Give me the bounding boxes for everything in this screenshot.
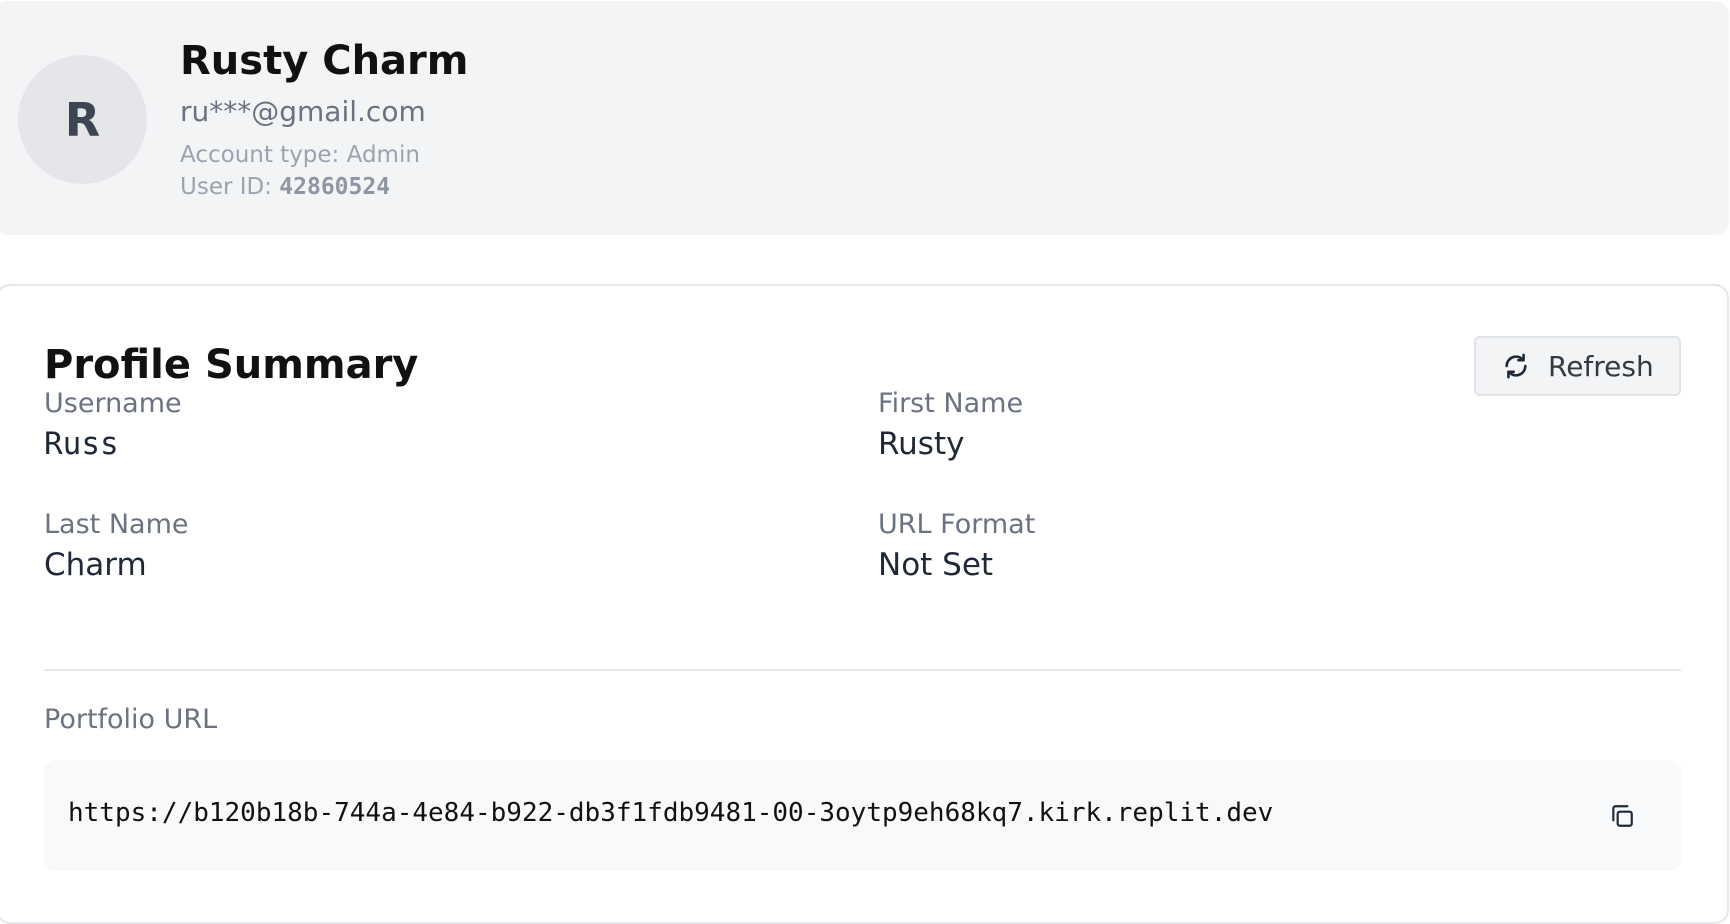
user-email: ru***@gmail.com [180,95,426,128]
url-format-label: URL Format [878,509,1036,540]
account-type-label: Account type: [180,142,340,168]
user-id-label: User ID: [180,174,272,200]
refresh-label: Refresh [1548,349,1654,383]
first-name-label: First Name [878,388,1024,419]
username-label: Username [44,388,182,419]
profile-summary-card: Profile Summary Refresh Username Russ Fi… [0,284,1729,924]
first-name-value: Rusty [878,426,965,462]
account-type-value: Admin [346,142,420,168]
user-display-name: Rusty Charm [180,38,469,84]
portfolio-url-box: https://b120b18b-744a-4e84-b922-db3f1fdb… [44,760,1681,871]
copy-url-button[interactable] [1604,798,1640,834]
portfolio-url-label: Portfolio URL [44,704,218,735]
avatar: R [18,55,147,184]
avatar-initial: R [64,92,101,147]
user-id-line: User ID: 42860524 [180,174,390,200]
profile-summary-title: Profile Summary [44,342,419,388]
last-name-label: Last Name [44,509,189,540]
divider [44,669,1681,671]
user-id-value: 42860524 [279,174,391,200]
account-type-line: Account type: Admin [180,142,420,168]
portfolio-url-value[interactable]: https://b120b18b-744a-4e84-b922-db3f1fdb… [68,798,1273,828]
url-format-value: Not Set [878,547,994,583]
username-value: Russ [44,426,119,462]
last-name-value: Charm [44,547,147,583]
refresh-icon [1505,353,1527,379]
profile-header: R Rusty Charm ru***@gmail.com Account ty… [0,1,1729,235]
refresh-button[interactable]: Refresh [1474,336,1681,396]
copy-icon [1612,805,1633,827]
